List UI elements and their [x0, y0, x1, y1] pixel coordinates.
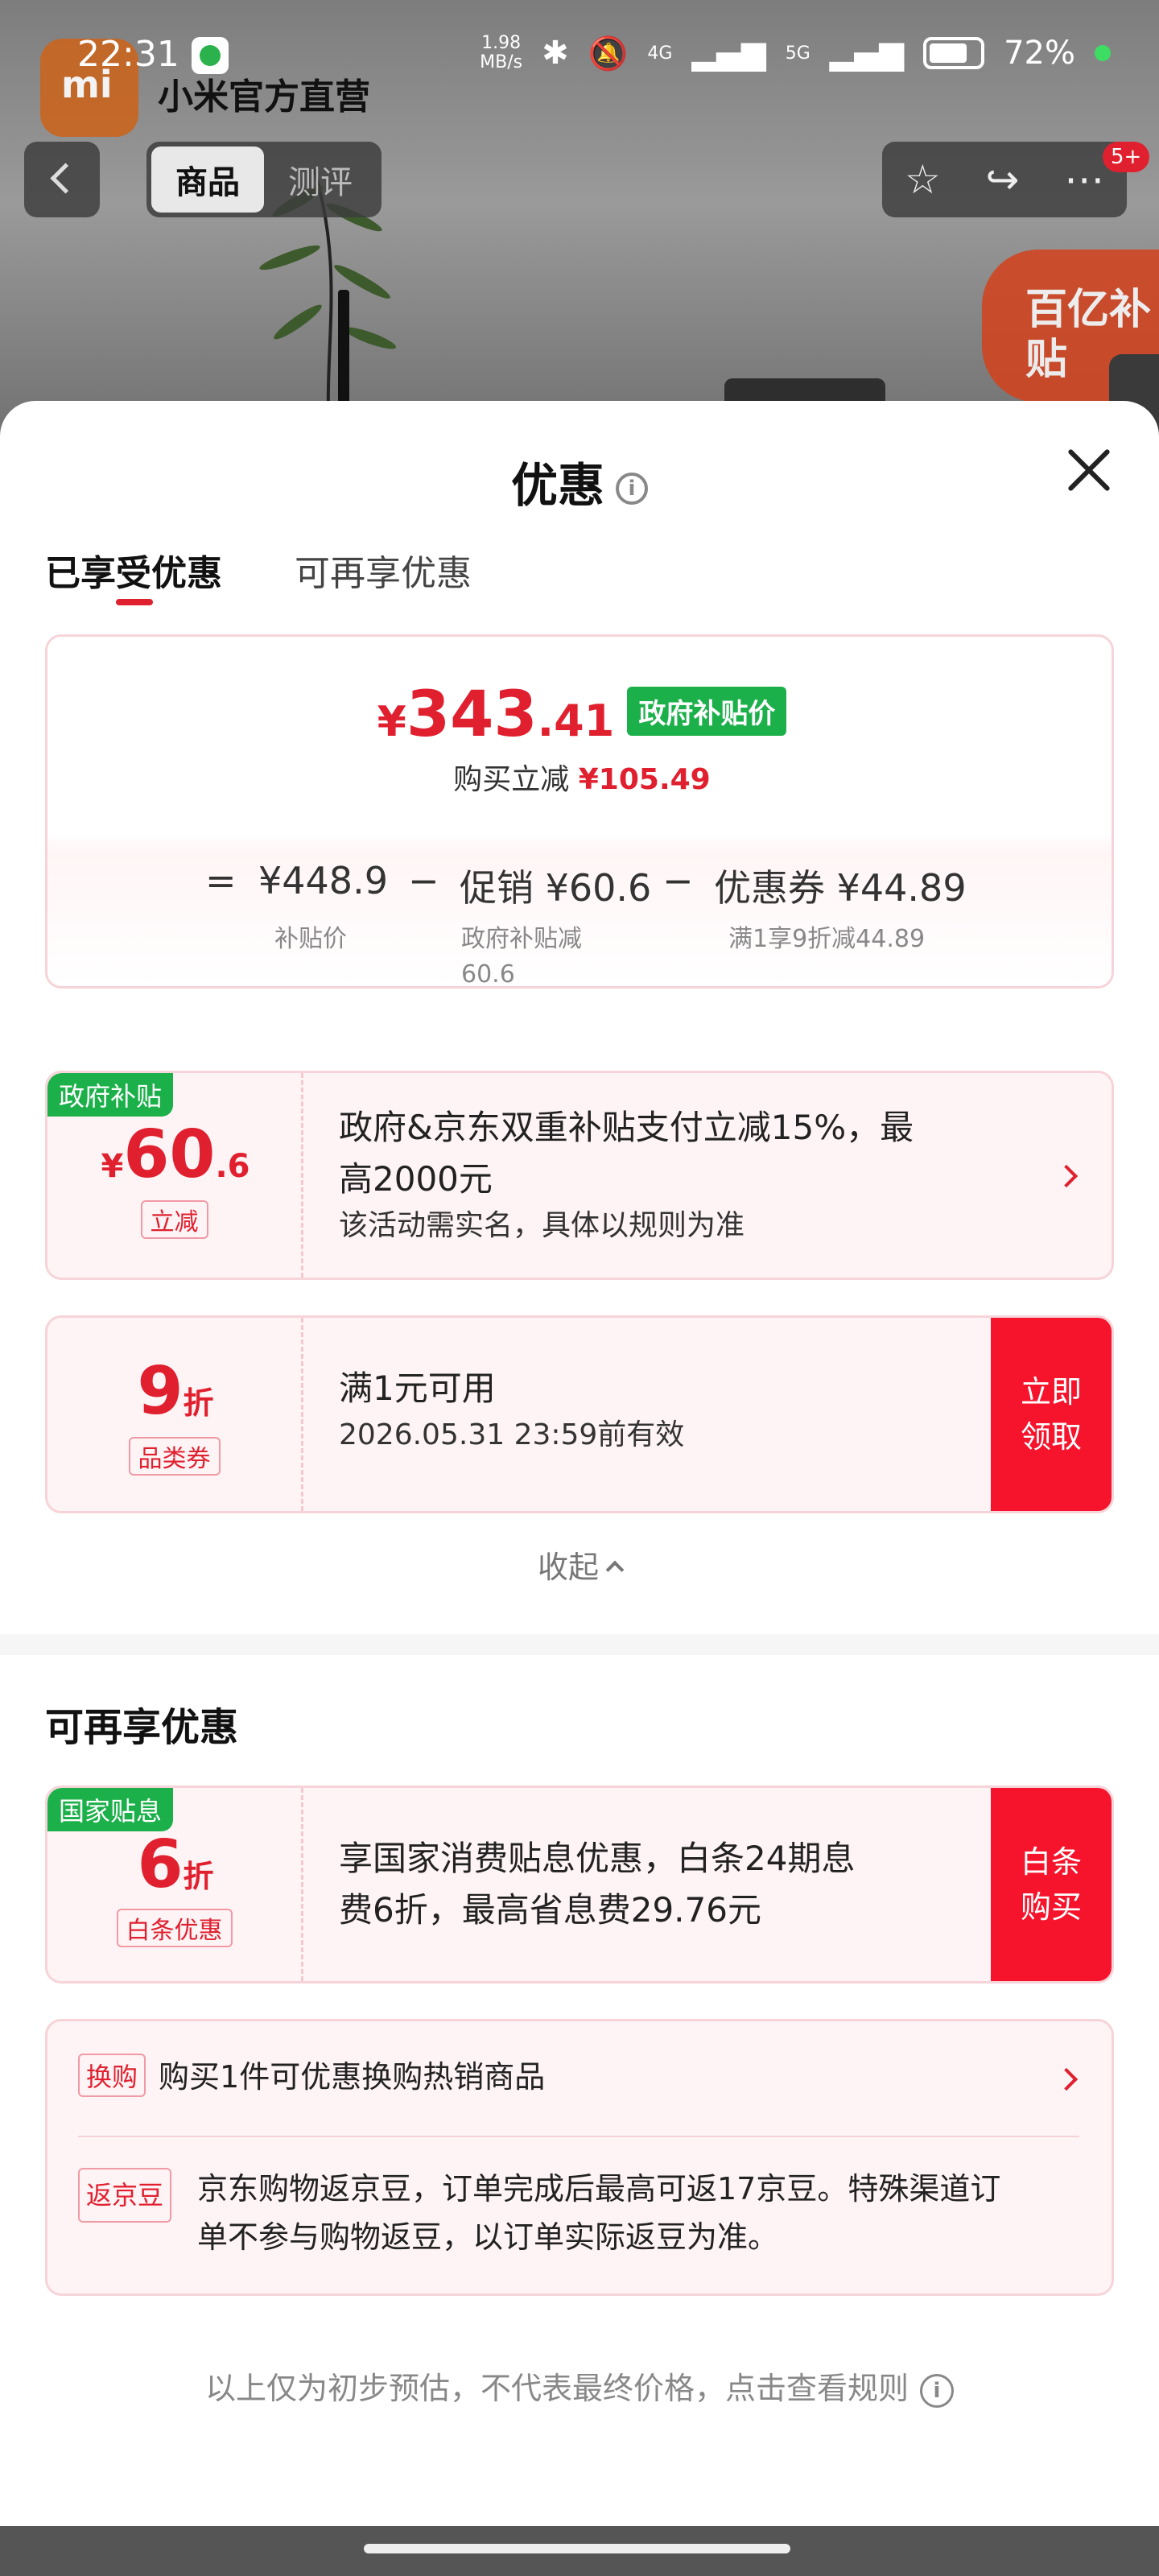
- minus-sign-2: −: [662, 859, 694, 902]
- header-actions: ☆ ↪ ⋯: [882, 142, 1127, 217]
- page-tabs: 商品 测评: [146, 142, 382, 217]
- subsidy-amount-panel: 政府补贴 ¥60.6 立减: [47, 1073, 303, 1278]
- baitiao-value: 6折: [137, 1827, 214, 1903]
- share-icon[interactable]: ↪: [985, 156, 1019, 203]
- battery-icon: [923, 37, 985, 69]
- signal-4g-label: 4G: [647, 43, 673, 64]
- national-subsidy-tag: 国家贴息: [47, 1788, 174, 1831]
- info-icon: i: [920, 2373, 954, 2408]
- subsidy-description: 政府&京东双重补贴支付立减15%，最 高2000元 该活动需实名，具体以规则为准: [339, 1108, 914, 1242]
- exchange-row[interactable]: 换购 购买1件可优惠换购热销商品: [78, 2052, 1079, 2097]
- tab-product[interactable]: 商品: [151, 147, 264, 213]
- equals-sign: =: [205, 859, 237, 902]
- signal-5g-label: 5G: [785, 43, 810, 64]
- category-coupon-label: 品类券: [128, 1437, 221, 1476]
- base-price: ¥448.9: [258, 859, 388, 902]
- section-divider: [0, 1634, 1159, 1655]
- category-coupon-card: 9折 品类券 满1元可用 2026.05.31 23:59前有效 立即 领取: [45, 1315, 1114, 1513]
- discount-sheet: 优惠 i 已享受优惠 可再享优惠 ¥343.41 政府补贴价 购买立减 ¥105.4…: [0, 401, 1159, 2526]
- promo-deduction: 促销 ¥60.6: [460, 866, 652, 910]
- bluetooth-icon: ✱: [542, 35, 569, 72]
- tab-applied-discounts[interactable]: 已享受优惠: [45, 544, 222, 596]
- row-divider: [78, 2136, 1079, 2137]
- price-breakdown: = ¥448.9 − 促销 ¥60.6 − 优惠券 ¥44.89: [47, 859, 1112, 910]
- chevron-right-icon: [1054, 1164, 1079, 1188]
- instant-discount: 购买立减 ¥105.49: [453, 763, 711, 796]
- charging-dot-icon: [1095, 45, 1111, 61]
- close-button[interactable]: [1064, 446, 1112, 494]
- extra-benefits-card: 换购 购买1件可优惠换购热销商品 返京豆 京东购物返京豆，订单完成后最高可返17京…: [45, 2019, 1114, 2296]
- mute-icon: 🔕: [588, 35, 629, 72]
- coupon-value-panel: 9折 品类券: [47, 1318, 303, 1511]
- coupon-value: 9折: [137, 1353, 214, 1430]
- base-price-label: 补贴价: [274, 925, 347, 953]
- tab-more-discounts[interactable]: 可再享优惠: [295, 544, 472, 596]
- exchange-tag: 换购: [78, 2054, 146, 2097]
- coupon-description: 满1元可用 2026.05.31 23:59前有效: [339, 1368, 685, 1451]
- signal-icon: ▂▄▆: [691, 35, 766, 72]
- baitiao-value-panel: 国家贴息 6折 白条优惠: [47, 1788, 303, 1981]
- battery-level: 72%: [1004, 35, 1075, 72]
- active-tab-indicator: [116, 599, 153, 605]
- coupon-deduction: 优惠券 ¥44.89: [714, 866, 967, 910]
- more-discounts-title: 可再享优惠: [45, 1705, 239, 1750]
- info-icon[interactable]: i: [616, 472, 648, 505]
- minus-sign: −: [408, 859, 439, 902]
- home-indicator[interactable]: [364, 2544, 790, 2553]
- promo-sub-label: 政府补贴减 60.6: [461, 925, 582, 989]
- more-icon[interactable]: ⋯: [1064, 156, 1104, 203]
- rules-footnote[interactable]: 以上仅为初步预估，不代表最终价格，点击查看规则 i: [0, 2363, 1159, 2408]
- status-time: 22:31: [77, 34, 179, 75]
- baitiao-buy-button[interactable]: 白条 购买: [991, 1788, 1112, 1981]
- instant-reduce-label: 立减: [140, 1200, 208, 1239]
- signal-icon-2: ▂▄▆: [829, 35, 905, 72]
- network-speed: 1.98 MB/s: [480, 33, 523, 72]
- baitiao-description: 享国家消费贴息优惠，白条24期息 费6折，最高省息费29.76元: [339, 1839, 856, 1930]
- gov-subsidy-tag: 政府补贴: [47, 1073, 174, 1117]
- jingdou-tag: 返京豆: [78, 2168, 172, 2223]
- navigation-bar: [0, 2526, 1159, 2576]
- collapse-button[interactable]: 收起: [0, 1542, 1159, 1587]
- chevron-up-icon: [605, 1560, 625, 1579]
- baitiao-card: 国家贴息 6折 白条优惠 享国家消费贴息优惠，白条24期息 费6折，最高省息费2…: [45, 1785, 1114, 1984]
- subsidy-amount: ¥60.6: [101, 1117, 250, 1193]
- jingdou-row: 返京豆 京东购物返京豆，订单完成后最高可返17京豆。特殊渠道订 单不参与购物返豆…: [78, 2165, 1079, 2261]
- status-bar: 22:31 1.98 MB/s ✱ 🔕 4G ▂▄▆ 5G ▂▄▆ 72%: [0, 0, 1159, 109]
- price-summary-card: ¥343.41 政府补贴价 购买立减 ¥105.49 = ¥448.9 − 促销 …: [45, 634, 1114, 989]
- claim-coupon-button[interactable]: 立即 领取: [991, 1318, 1112, 1511]
- back-button[interactable]: [24, 142, 100, 217]
- final-price: ¥343.41 政府补贴价: [47, 679, 1112, 751]
- sheet-title: 优惠 i: [0, 448, 1159, 515]
- favorite-star-icon[interactable]: ☆: [905, 156, 941, 203]
- gov-subsidy-card[interactable]: 政府补贴 ¥60.6 立减 政府&京东双重补贴支付立减15%，最 高2000元 …: [45, 1071, 1114, 1280]
- notification-badge: 5+: [1103, 142, 1150, 172]
- tab-review[interactable]: 测评: [264, 147, 377, 213]
- wechat-notification-icon: [192, 37, 229, 74]
- coupon-sub-label: 满1享9折减44.89: [728, 925, 926, 953]
- baitiao-discount-label: 白条优惠: [116, 1909, 233, 1947]
- gov-price-tag: 政府补贴价: [627, 687, 787, 736]
